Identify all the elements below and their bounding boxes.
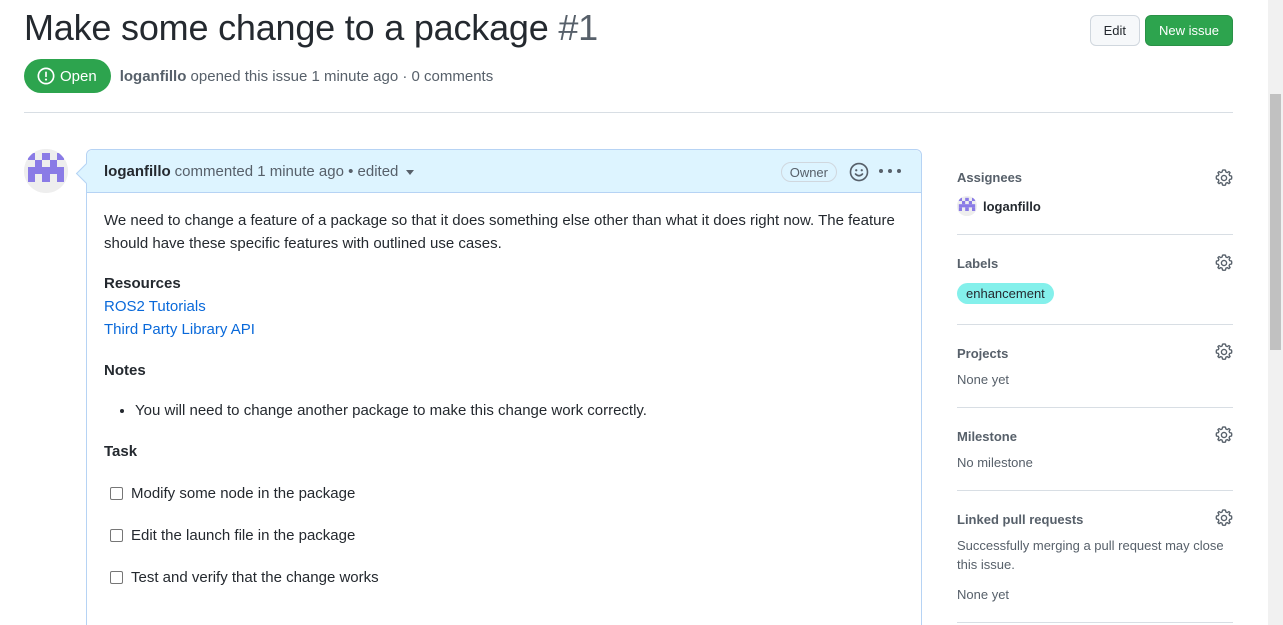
link-ros2-tutorials[interactable]: ROS2 Tutorials	[104, 295, 904, 318]
notes-heading: Notes	[104, 362, 146, 379]
issue-title: Make some change to a package #1	[24, 7, 598, 49]
task-item-3: Test and verify that the change works	[110, 566, 904, 589]
triangle-down-icon[interactable]	[406, 169, 415, 175]
resources-section: Resources ROS2 Tutorials Third Party Lib…	[104, 272, 904, 341]
assignee-item[interactable]: loganfillo	[957, 196, 1233, 216]
sidebar-assignees-title: Assignees	[957, 169, 1023, 185]
new-issue-button[interactable]: New issue	[1145, 15, 1233, 46]
identicon-image	[24, 149, 68, 193]
scrollbar-thumb[interactable]	[1270, 94, 1281, 350]
link-third-party-api[interactable]: Third Party Library API	[104, 318, 904, 341]
issue-meta: Open loganfillo opened this issue 1 minu…	[24, 59, 493, 93]
label-enhancement[interactable]: enhancement	[957, 283, 1054, 304]
task-item-2: Edit the launch file in the package	[110, 524, 904, 547]
resources-heading: Resources	[104, 275, 181, 292]
sidebar-linked-prs-desc: Successfully merging a pull request may …	[957, 538, 1224, 572]
sidebar-labels-title: Labels	[957, 255, 999, 271]
assignee-name: loganfillo	[983, 198, 1041, 214]
comment-intro: We need to change a feature of a package…	[104, 212, 895, 252]
gear-icon[interactable]	[1215, 509, 1233, 527]
sidebar-linked-prs: Linked pull requests Successfully mergin…	[957, 491, 1233, 623]
notes-list: You will need to change another package …	[104, 399, 904, 422]
task-checkbox[interactable]	[110, 487, 123, 500]
issue-author-link[interactable]: loganfillo	[120, 68, 187, 85]
gear-icon[interactable]	[1215, 169, 1233, 187]
avatar[interactable]	[24, 149, 68, 193]
task-label: Modify some node in the package	[131, 485, 356, 502]
header-actions: Edit New issue	[1089, 15, 1233, 46]
sidebar-milestone-value: No milestone	[957, 455, 1033, 470]
issue-meta-text: loganfillo opened this issue 1 minute ag…	[120, 68, 494, 85]
sidebar-milestone: Milestone No milestone	[957, 408, 1233, 491]
comment-meta: commented 1 minute ago • edited	[174, 162, 399, 180]
list-item: You will need to change another package …	[135, 399, 904, 422]
comment-body: We need to change a feature of a package…	[87, 193, 921, 624]
kebab-horizontal-icon[interactable]	[879, 161, 901, 181]
task-label: Test and verify that the change works	[131, 569, 379, 586]
sidebar-assignees: Assignees loganfillo	[957, 150, 1233, 235]
sidebar-projects-value: None yet	[957, 372, 1010, 387]
gear-icon[interactable]	[1215, 426, 1233, 444]
comment-box: loganfillo commented 1 minute ago • edit…	[86, 149, 922, 625]
issue-meta-detail: opened this issue 1 minute ago · 0 comme…	[190, 67, 494, 85]
sidebar-labels: Labels enhancement	[957, 235, 1233, 325]
issue-sidebar: Assignees loganfillo Labels enhancement …	[957, 150, 1233, 623]
task-label: Edit the launch file in the package	[131, 527, 356, 544]
issue-title-row: Make some change to a package #1	[24, 6, 598, 50]
page-scrollbar[interactable]	[1268, 0, 1283, 625]
status-label: Open	[60, 67, 97, 85]
issue-number: #1	[558, 7, 599, 48]
status-badge: Open	[24, 59, 111, 93]
comment-author-link[interactable]: loganfillo	[104, 163, 171, 180]
task-checkbox[interactable]	[110, 529, 123, 542]
task-heading: Task	[104, 443, 138, 460]
sidebar-projects-title: Projects	[957, 345, 1009, 361]
sidebar-linked-prs-value: None yet	[957, 587, 1010, 602]
avatar	[957, 196, 977, 216]
sidebar-projects: Projects None yet	[957, 325, 1233, 408]
edit-button[interactable]: Edit	[1089, 15, 1141, 46]
comment-header: loganfillo commented 1 minute ago • edit…	[87, 150, 921, 193]
gear-icon[interactable]	[1215, 343, 1233, 361]
gear-icon[interactable]	[1215, 254, 1233, 272]
smiley-icon[interactable]	[849, 162, 869, 182]
issue-open-icon	[37, 67, 55, 85]
header-divider	[24, 112, 1233, 113]
sidebar-linked-prs-title: Linked pull requests	[957, 511, 1084, 527]
task-item-1: Modify some node in the package	[110, 482, 904, 505]
sidebar-milestone-title: Milestone	[957, 428, 1017, 444]
task-checkbox[interactable]	[110, 571, 123, 584]
owner-badge: Owner	[780, 162, 837, 182]
issue-title-text: Make some change to a package	[24, 7, 549, 48]
